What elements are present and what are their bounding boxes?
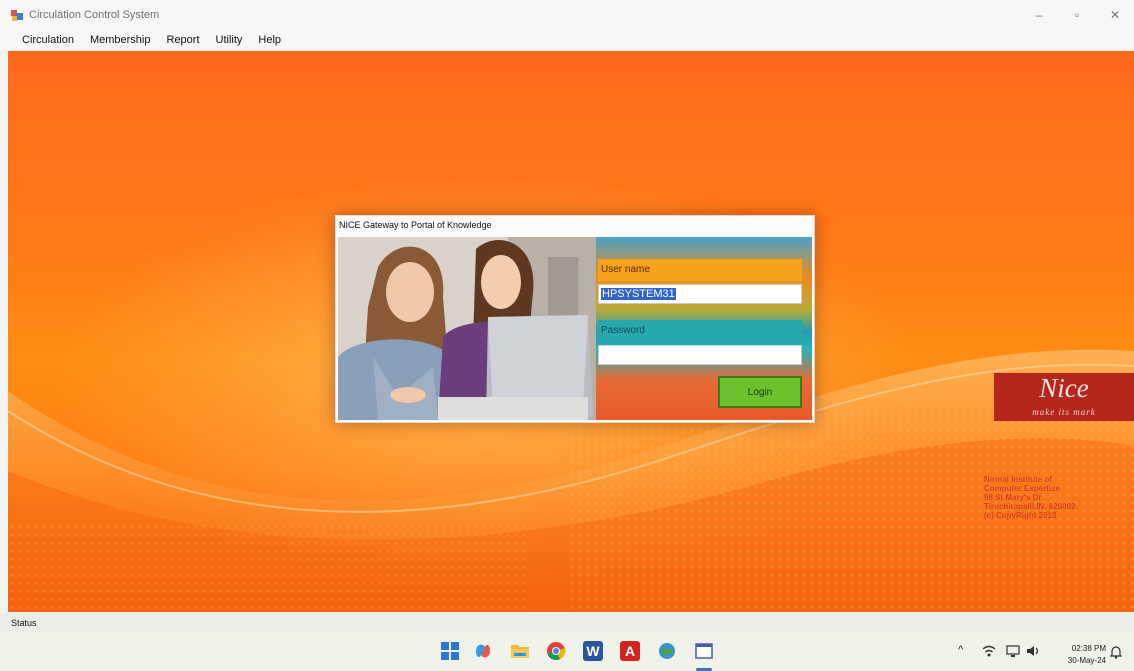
network-icon[interactable] bbox=[1006, 644, 1020, 661]
copilot-icon[interactable] bbox=[473, 641, 493, 661]
password-label: Password bbox=[598, 320, 802, 342]
institute-line: (c) CopyRight 2013 bbox=[984, 511, 1057, 520]
username-label: User name bbox=[598, 259, 802, 281]
taskbar: W A ^ 02:38 PM 30-May-24 bbox=[0, 632, 1134, 671]
window-title: Circulation Control System bbox=[29, 9, 160, 21]
wifi-icon[interactable] bbox=[982, 644, 996, 661]
acrobat-icon[interactable]: A bbox=[620, 641, 640, 661]
username-value: HPSYSTEM31 bbox=[601, 288, 676, 300]
notification-bell-icon[interactable] bbox=[1109, 645, 1123, 662]
status-label: Status bbox=[11, 617, 37, 628]
login-dialog: NICE Gateway to Portal of Knowledge User… bbox=[335, 215, 815, 423]
windows-start-icon[interactable] bbox=[440, 641, 460, 661]
clock-time[interactable]: 02:38 PM bbox=[1072, 644, 1106, 653]
globe-app-icon[interactable] bbox=[657, 641, 677, 661]
institute-line: 98 St Mary's Dr bbox=[984, 493, 1042, 502]
username-input[interactable]: HPSYSTEM31 bbox=[598, 284, 802, 304]
minimize-button[interactable]: – bbox=[1020, 0, 1058, 30]
institute-line: Computer Expertise bbox=[984, 484, 1061, 493]
nice-logo: Nice make its mark bbox=[994, 373, 1134, 421]
students-photo bbox=[338, 237, 596, 420]
file-explorer-icon[interactable] bbox=[510, 641, 530, 661]
status-bar: Status bbox=[0, 613, 1134, 632]
app-window-icon[interactable] bbox=[694, 641, 714, 661]
logo-tagline: make its mark bbox=[1032, 407, 1096, 417]
menu-report[interactable]: Report bbox=[167, 34, 200, 46]
volume-icon[interactable] bbox=[1026, 644, 1042, 661]
login-button[interactable]: Login bbox=[718, 376, 802, 408]
chrome-icon[interactable] bbox=[546, 641, 566, 661]
menu-bar: Circulation Membership Report Utility He… bbox=[0, 30, 1134, 50]
word-icon[interactable]: W bbox=[583, 641, 603, 661]
clock-date[interactable]: 30-May-24 bbox=[1068, 656, 1106, 665]
maximize-button[interactable]: ▫ bbox=[1058, 0, 1096, 30]
logo-word: Nice bbox=[1039, 373, 1089, 403]
menu-help[interactable]: Help bbox=[258, 34, 281, 46]
institute-line: Nirmal Institute of bbox=[984, 475, 1053, 484]
main-background: NICE Gateway to Portal of Knowledge User… bbox=[8, 51, 1134, 612]
institute-info: Nirmal Institute of Computer Expertise 9… bbox=[984, 475, 1075, 520]
password-input[interactable] bbox=[598, 345, 802, 365]
title-bar: Circulation Control System – ▫ ✕ bbox=[0, 0, 1134, 30]
app-icon bbox=[11, 9, 23, 21]
chevron-up-icon[interactable]: ^ bbox=[958, 644, 963, 656]
login-form-panel: User name HPSYSTEM31 Password Login bbox=[596, 237, 812, 420]
menu-membership[interactable]: Membership bbox=[90, 34, 151, 46]
menu-circulation[interactable]: Circulation bbox=[22, 34, 74, 46]
dialog-title: NICE Gateway to Portal of Knowledge bbox=[339, 220, 492, 230]
close-button[interactable]: ✕ bbox=[1096, 0, 1134, 30]
institute-line: Tiruchirapalli,IN. 620002 bbox=[984, 502, 1076, 511]
menu-utility[interactable]: Utility bbox=[216, 34, 243, 46]
